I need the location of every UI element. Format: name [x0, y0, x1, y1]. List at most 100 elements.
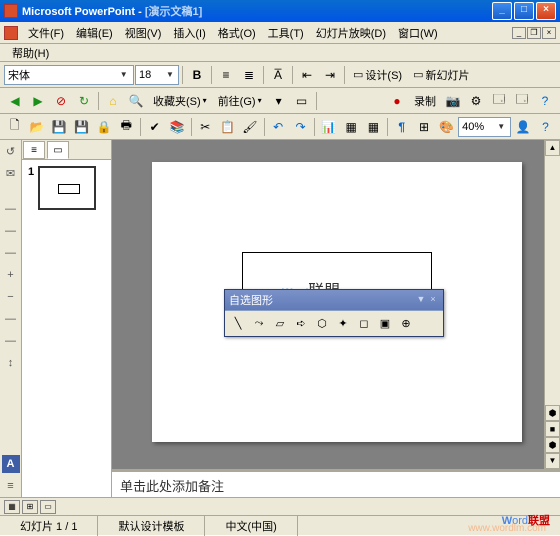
menu-view[interactable]: 视图(V) [119, 23, 168, 43]
forward-button[interactable]: ▶ [27, 90, 49, 112]
address-dropdown[interactable]: ▾ [268, 90, 290, 112]
new-slide-button[interactable]: ▭新幻灯片 [408, 65, 474, 85]
lines-tool[interactable]: ╲ [228, 314, 248, 334]
scroll-up-icon[interactable]: ▲ [545, 140, 560, 156]
action-buttons-tool[interactable]: ▣ [375, 314, 395, 334]
a-color-tool[interactable]: A [2, 455, 20, 473]
rule2[interactable]: — [2, 222, 20, 240]
prev-slide-button[interactable]: ⬢ [545, 405, 560, 421]
format-painter-button[interactable]: 🖌 [239, 116, 260, 138]
settings3-button[interactable]: 🗔 [511, 90, 533, 112]
permission-button[interactable]: 🔒 [93, 116, 114, 138]
record-icon[interactable]: ● [386, 90, 408, 112]
settings2-button[interactable]: 🗔 [488, 90, 510, 112]
callouts-tool[interactable]: ◻ [354, 314, 374, 334]
rule1[interactable]: — [2, 200, 20, 218]
updown-tool[interactable]: ↕ [2, 354, 20, 372]
chart-button[interactable]: 📊 [318, 116, 339, 138]
notes-pane[interactable]: 单击此处添加备注 [112, 469, 560, 497]
menu-window[interactable]: 窗口(W) [392, 23, 444, 43]
plus-tool[interactable]: + [2, 266, 20, 284]
browse-object-button[interactable]: ■ [545, 421, 560, 437]
maximize-button[interactable]: □ [514, 2, 534, 20]
saveall-button[interactable]: 💾 [71, 116, 92, 138]
grid-button[interactable]: ⊞ [413, 116, 434, 138]
undo-button[interactable]: ↶ [268, 116, 289, 138]
table-button[interactable]: ▦ [340, 116, 361, 138]
fontsize-combo[interactable]: ▼ [135, 65, 179, 85]
next-slide-button[interactable]: ⬢ [545, 437, 560, 453]
refresh-button[interactable]: ↻ [73, 90, 95, 112]
rule3[interactable]: — [2, 244, 20, 262]
mdi-restore[interactable]: ❐ [527, 27, 541, 39]
show-address-button[interactable]: ▭ [291, 90, 313, 112]
numbering-button[interactable]: ≣ [238, 64, 260, 86]
tables-borders-button[interactable]: ▦ [363, 116, 384, 138]
help2-button[interactable]: ? [535, 116, 556, 138]
goto-button[interactable]: 前往(G)▾ [213, 91, 267, 111]
minus-tool[interactable]: − [2, 288, 20, 306]
scroll-down-icon[interactable]: ▼ [545, 453, 560, 469]
slides-tab[interactable]: ▭ [47, 141, 69, 159]
sorter-view-button[interactable]: ⊞ [22, 500, 38, 514]
vertical-scrollbar[interactable]: ▲ ⬢ ■ ⬢ ▼ [544, 140, 560, 469]
mdi-minimize[interactable]: _ [512, 27, 526, 39]
outline-tab[interactable]: ≡ [23, 141, 45, 159]
increase-indent-button[interactable]: ⇥ [319, 64, 341, 86]
print-button[interactable]: 🖶 [116, 116, 137, 138]
minimize-button[interactable]: _ [492, 2, 512, 20]
menu-format[interactable]: 格式(O) [212, 23, 262, 43]
save-button[interactable]: 💾 [49, 116, 70, 138]
menu-insert[interactable]: 插入(I) [167, 23, 211, 43]
autoshapes-header[interactable]: 自选图形 ▼ × [225, 290, 443, 310]
expand-tool[interactable]: ≡ [2, 477, 20, 495]
more-shapes-tool[interactable]: ⊕ [396, 314, 416, 334]
cut-button[interactable]: ✂ [195, 116, 216, 138]
redo-button[interactable]: ↷ [290, 116, 311, 138]
connectors-tool[interactable]: ⤳ [249, 314, 269, 334]
rule5[interactable]: — [2, 332, 20, 350]
home-button[interactable]: ⌂ [102, 90, 124, 112]
autoshapes-dropdown-icon[interactable]: ▼ [415, 294, 427, 306]
search-web-button[interactable]: 🔍 [125, 90, 147, 112]
slideshow-view-button[interactable]: ▭ [40, 500, 56, 514]
menu-help[interactable]: 帮助(H) [6, 46, 55, 62]
design-button[interactable]: ▭设计(S) [348, 65, 407, 85]
bullets-button[interactable]: ≡ [215, 64, 237, 86]
autoshapes-toolbar[interactable]: 自选图形 ▼ × ╲ ⤳ ▱ ➪ ⬡ ✦ ◻ ▣ ⊕ [224, 289, 444, 337]
stop-button[interactable]: ⊘ [50, 90, 72, 112]
stars-tool[interactable]: ✦ [333, 314, 353, 334]
color-button[interactable]: 🎨 [436, 116, 457, 138]
back-button[interactable]: ◀ [4, 90, 26, 112]
menu-edit[interactable]: 编辑(E) [70, 23, 119, 43]
spellcheck-button[interactable]: ✔ [144, 116, 165, 138]
paste-button[interactable]: 📋 [217, 116, 238, 138]
menu-file[interactable]: 文件(F) [22, 23, 70, 43]
zoom-combo[interactable]: ▼ [458, 117, 510, 137]
settings1-button[interactable]: ⚙ [465, 90, 487, 112]
new-button[interactable]: 🗋 [4, 116, 25, 138]
showhide-button[interactable]: ¶ [391, 116, 412, 138]
autoshapes-close-icon[interactable]: × [427, 294, 439, 306]
basic-shapes-tool[interactable]: ▱ [270, 314, 290, 334]
increase-font-button[interactable]: A̅ [267, 64, 289, 86]
rule4[interactable]: — [2, 310, 20, 328]
send-tool[interactable]: ✉ [2, 164, 20, 182]
menu-tools[interactable]: 工具(T) [262, 23, 310, 43]
favorites-button[interactable]: 收藏夹(S)▾ [148, 91, 212, 111]
mdi-close[interactable]: × [542, 27, 556, 39]
open-button[interactable]: 📂 [26, 116, 47, 138]
decrease-indent-button[interactable]: ⇤ [296, 64, 318, 86]
chevron-down-icon[interactable]: ▼ [165, 70, 175, 79]
chevron-down-icon[interactable]: ▼ [117, 70, 130, 79]
zoom-input[interactable] [462, 121, 496, 133]
chevron-down-icon[interactable]: ▼ [496, 122, 507, 131]
menu-slideshow[interactable]: 幻灯片放映(D) [310, 23, 392, 43]
camera-button[interactable]: 📷 [442, 90, 464, 112]
slide-canvas-area[interactable]: Word联盟 www.wordlm.com 自选图形 ▼ × ╲ ⤳ ▱ ➪ ⬡… [112, 140, 560, 469]
research-button[interactable]: 📚 [166, 116, 187, 138]
fontsize-input[interactable] [139, 69, 165, 81]
normal-view-button[interactable]: ▦ [4, 500, 20, 514]
font-combo[interactable]: ▼ [4, 65, 134, 85]
font-input[interactable] [8, 69, 117, 81]
